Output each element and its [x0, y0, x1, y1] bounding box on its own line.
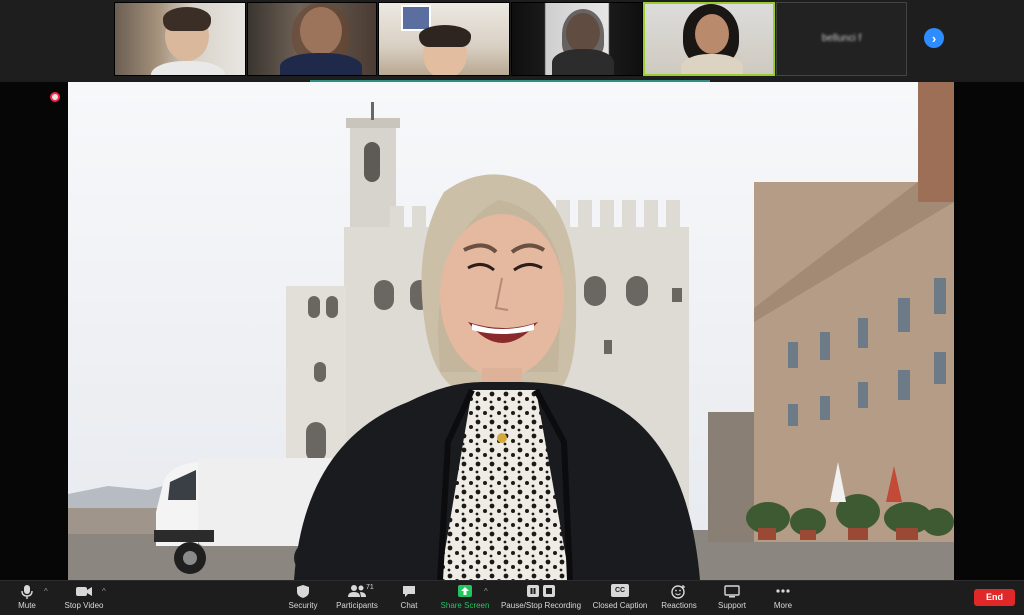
- meeting-toolbar: Mute ^ Stop Video ^ Security Participant…: [0, 580, 1024, 615]
- share-screen-icon: [458, 585, 472, 597]
- participant-tile-3[interactable]: [378, 2, 510, 76]
- gallery-strip: bellunci f ›: [0, 0, 1024, 80]
- zoom-meeting-window: bellunci f › Mute ^ Stop Video ^ Securit…: [0, 0, 1024, 615]
- speaker-video-frame: [68, 82, 954, 580]
- pause-stop-icon: [527, 585, 555, 597]
- more-label: More: [773, 601, 793, 610]
- participant-tile-6[interactable]: bellunci f: [776, 2, 907, 76]
- recording-indicator-icon: [50, 92, 60, 102]
- security-button[interactable]: Security: [287, 584, 319, 610]
- participants-icon: [348, 585, 366, 597]
- recording-label: Pause/Stop Recording: [500, 601, 582, 610]
- closed-caption-icon: CC: [611, 584, 629, 597]
- reactions-label: Reactions: [661, 601, 697, 610]
- shield-icon: [297, 585, 309, 598]
- support-button[interactable]: Support: [716, 584, 748, 610]
- participant-tile-4[interactable]: [511, 2, 643, 76]
- security-label: Security: [288, 601, 318, 610]
- support-label: Support: [717, 601, 747, 610]
- participant-name-label: bellunci f: [821, 33, 862, 44]
- stop-video-label: Stop Video: [64, 601, 104, 610]
- chat-label: Chat: [400, 601, 418, 610]
- reactions-button[interactable]: Reactions: [660, 584, 698, 610]
- participant-count-badge: 71: [366, 584, 374, 591]
- mute-label: Mute: [18, 601, 36, 610]
- participant-tile-5-active-speaker[interactable]: [643, 2, 775, 76]
- active-speaker-video: [68, 82, 954, 580]
- more-dots-icon: [776, 589, 790, 593]
- video-camera-icon: [76, 587, 92, 596]
- microphone-icon: [21, 585, 33, 599]
- stop-video-button[interactable]: Stop Video: [62, 584, 106, 610]
- closed-caption-label: Closed Caption: [592, 601, 648, 610]
- participants-label: Participants: [336, 601, 378, 610]
- gallery-next-page-button[interactable]: ›: [924, 28, 944, 48]
- video-options-caret-icon[interactable]: ^: [102, 587, 106, 596]
- closed-caption-button[interactable]: CC Closed Caption: [592, 584, 648, 610]
- mute-button[interactable]: Mute: [14, 584, 40, 610]
- chat-bubble-icon: [403, 586, 415, 597]
- chevron-right-icon: ›: [931, 30, 937, 46]
- share-screen-button[interactable]: Share Screen: [440, 584, 490, 610]
- participant-tile-1[interactable]: [114, 2, 246, 76]
- chat-button[interactable]: Chat: [398, 584, 420, 610]
- share-screen-label: Share Screen: [440, 601, 490, 610]
- smiley-icon: [671, 585, 685, 599]
- more-button[interactable]: More: [772, 584, 794, 610]
- stage-right-margin: [954, 82, 1024, 580]
- pause-stop-recording-button[interactable]: Pause/Stop Recording: [500, 584, 582, 610]
- support-screen-icon: [724, 585, 740, 598]
- mute-options-caret-icon[interactable]: ^: [44, 587, 48, 596]
- speaker-stage: [0, 82, 1024, 580]
- end-meeting-button[interactable]: End: [974, 589, 1015, 606]
- participant-tile-2[interactable]: [247, 2, 377, 76]
- stage-left-margin: [0, 82, 68, 580]
- share-options-caret-icon[interactable]: ^: [484, 587, 488, 596]
